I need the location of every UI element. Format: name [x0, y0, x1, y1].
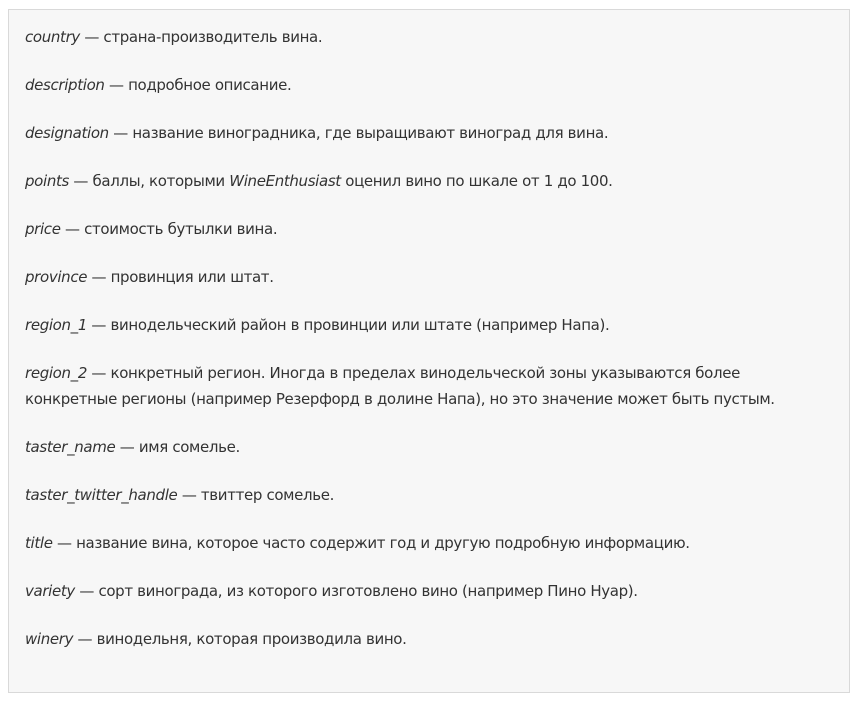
- term-label: price: [25, 220, 61, 238]
- definition-text: подробное описание.: [128, 76, 292, 94]
- definition-item-taster-name: taster_name — имя сомелье.: [25, 434, 833, 460]
- emphasized-source-name: WineEnthusiast: [229, 172, 341, 190]
- definition-item-variety: variety — сорт винограда, из которого из…: [25, 578, 833, 604]
- definition-text: страна-производитель вина.: [103, 28, 323, 46]
- term-label: country: [25, 28, 80, 46]
- dash: —: [108, 124, 133, 142]
- definition-text: сорт винограда, из которого изготовлено …: [98, 582, 638, 600]
- dash: —: [74, 582, 99, 600]
- definitions-panel: country — страна-производитель вина. des…: [8, 9, 850, 693]
- definition-text: название виноградника, где выращивают ви…: [132, 124, 609, 142]
- definition-text: конкретный регион. Иногда в пределах вин…: [25, 364, 775, 408]
- definition-item-price: price — стоимость бутылки вина.: [25, 216, 833, 242]
- definition-item-designation: designation — название виноградника, где…: [25, 120, 833, 146]
- definition-item-region-2: region_2 — конкретный регион. Иногда в п…: [25, 360, 833, 412]
- definition-text: провинция или штат.: [110, 268, 274, 286]
- dash: —: [104, 76, 129, 94]
- definition-item-region-1: region_1 — винодельческий район в провин…: [25, 312, 833, 338]
- term-label: points: [25, 172, 69, 190]
- term-label: taster_twitter_handle: [25, 486, 178, 504]
- dash: —: [79, 28, 104, 46]
- definition-text: оценил вино по шкале от 1 до 100.: [340, 172, 613, 190]
- definition-item-country: country — страна-производитель вина.: [25, 24, 833, 50]
- definition-text: винодельческий район в провинции или шта…: [110, 316, 610, 334]
- dash: —: [115, 438, 139, 456]
- definition-text: стоимость бутылки вина.: [84, 220, 278, 238]
- term-label: variety: [25, 582, 75, 600]
- term-label: region_2: [25, 364, 88, 382]
- dash: —: [73, 630, 97, 648]
- dash: —: [52, 534, 77, 552]
- term-label: region_1: [25, 316, 88, 334]
- term-label: province: [25, 268, 88, 286]
- term-label: taster_name: [25, 438, 116, 456]
- definition-text: твиттер сомелье.: [200, 486, 335, 504]
- dash: —: [177, 486, 201, 504]
- dash: —: [87, 268, 111, 286]
- definition-item-winery: winery — винодельня, которая производила…: [25, 626, 833, 652]
- dash: —: [87, 364, 111, 382]
- term-label: description: [25, 76, 105, 94]
- definition-item-description: description — подробное описание.: [25, 72, 833, 98]
- dash: —: [68, 172, 93, 190]
- term-label: title: [25, 534, 53, 552]
- definition-item-province: province — провинция или штат.: [25, 264, 833, 290]
- definition-text: имя сомелье.: [138, 438, 240, 456]
- term-label: winery: [25, 630, 74, 648]
- definition-text: винодельня, которая производила вино.: [96, 630, 407, 648]
- dash: —: [60, 220, 85, 238]
- definition-item-points: points — баллы, которыми WineEnthusiast …: [25, 168, 833, 194]
- term-label: designation: [25, 124, 109, 142]
- definition-item-taster-twitter-handle: taster_twitter_handle — твиттер сомелье.: [25, 482, 833, 508]
- dash: —: [87, 316, 111, 334]
- definition-text: баллы, которыми: [92, 172, 230, 190]
- definition-text: название вина, которое часто содержит го…: [76, 534, 690, 552]
- definition-item-title: title — название вина, которое часто сод…: [25, 530, 833, 556]
